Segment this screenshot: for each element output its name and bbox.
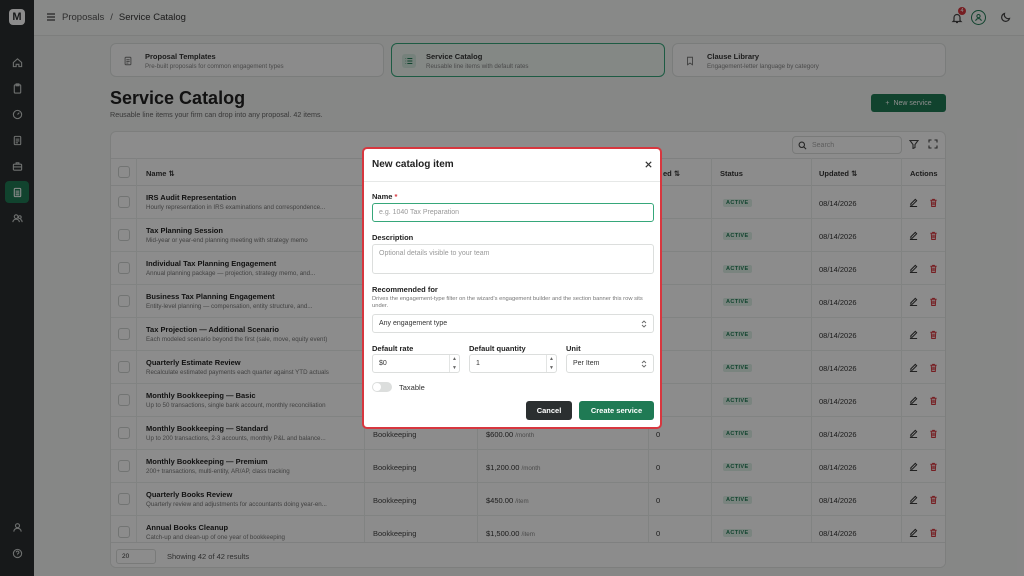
recommended-value: Any engagement type [379,320,448,327]
chevron-updown-icon [641,320,647,328]
new-catalog-item-dialog: New catalog item Name * e.g. 1040 Tax Pr… [362,147,662,429]
quantity-value: 1 [476,360,480,367]
name-field[interactable]: e.g. 1040 Tax Preparation [372,203,654,222]
toggle-knob [373,383,381,391]
rate-value: $0 [379,360,387,367]
taxable-toggle[interactable] [372,382,392,392]
description-label: Description [372,233,414,242]
rate-field[interactable]: $0 ▲ ▼ [372,354,460,373]
description-placeholder: Optional details visible to your team [379,250,490,257]
quantity-field[interactable]: 1 ▲ ▼ [469,354,557,373]
create-service-button[interactable]: Create service [579,401,654,420]
close-icon[interactable] [644,160,653,169]
rate-stepper[interactable]: ▲ ▼ [449,355,459,372]
cancel-button[interactable]: Cancel [526,401,572,420]
quantity-label: Default quantity [469,344,526,353]
taxable-label: Taxable [399,383,425,392]
unit-select[interactable]: Per Item [566,354,654,373]
required-marker: * [394,192,398,201]
recommended-label: Recommended for [372,285,438,294]
chevron-updown-icon [641,360,647,368]
name-placeholder: e.g. 1040 Tax Preparation [379,209,460,216]
recommended-help: Drives the engagement-type filter on the… [372,296,643,309]
rate-label: Default rate [372,344,414,353]
unit-value: Per Item [573,360,600,367]
name-label-text: Name [372,192,393,201]
unit-label: Unit [566,344,581,353]
quantity-stepper[interactable]: ▲ ▼ [546,355,556,372]
recommended-select[interactable]: Any engagement type [372,314,654,333]
dialog-header: New catalog item [364,149,660,182]
dialog-title: New catalog item [372,159,454,170]
description-field[interactable]: Optional details visible to your team [372,244,654,274]
name-label: Name * [372,192,397,201]
